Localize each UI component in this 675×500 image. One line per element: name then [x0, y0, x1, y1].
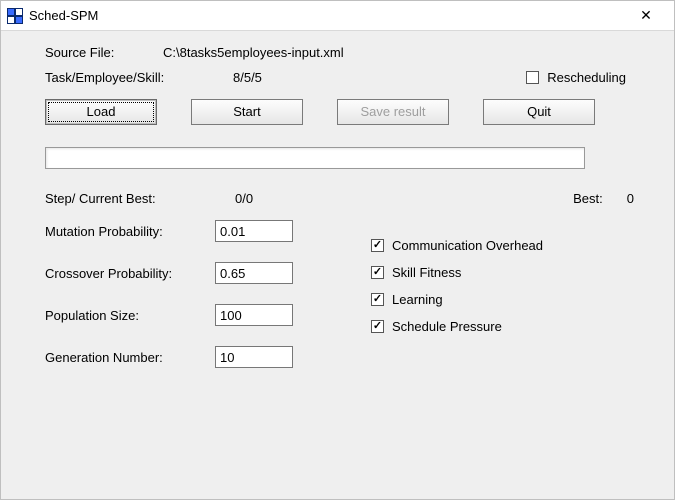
- learning-label: Learning: [392, 292, 443, 307]
- step-value: 0/0: [235, 191, 345, 206]
- generation-label: Generation Number:: [45, 350, 215, 365]
- close-button[interactable]: ✕: [626, 7, 666, 24]
- mutation-label: Mutation Probability:: [45, 224, 215, 239]
- step-label: Step/ Current Best:: [45, 191, 235, 206]
- quit-button[interactable]: Quit: [483, 99, 595, 125]
- titlebar: Sched-SPM ✕: [1, 1, 674, 31]
- app-icon: [7, 8, 23, 24]
- source-file-value: C:\8tasks5employees-input.xml: [163, 45, 344, 60]
- comm-overhead-checkbox[interactable]: [371, 239, 384, 252]
- skill-fitness-label: Skill Fitness: [392, 265, 461, 280]
- params-area: Mutation Probability: Crossover Probabil…: [45, 220, 654, 368]
- save-result-button: Save result: [337, 99, 449, 125]
- schedule-pressure-checkbox[interactable]: [371, 320, 384, 333]
- client-area: Source File: C:\8tasks5employees-input.x…: [1, 31, 674, 499]
- schedule-pressure-option[interactable]: Schedule Pressure: [371, 319, 543, 334]
- schedule-pressure-label: Schedule Pressure: [392, 319, 502, 334]
- start-button[interactable]: Start: [191, 99, 303, 125]
- window-title: Sched-SPM: [29, 8, 98, 23]
- crossover-row: Crossover Probability:: [45, 262, 293, 284]
- options-column: Communication Overhead Skill Fitness Lea…: [371, 238, 543, 368]
- crossover-label: Crossover Probability:: [45, 266, 215, 281]
- generation-row: Generation Number:: [45, 346, 293, 368]
- step-row: Step/ Current Best: 0/0 Best: 0: [45, 191, 654, 206]
- learning-checkbox[interactable]: [371, 293, 384, 306]
- population-label: Population Size:: [45, 308, 215, 323]
- button-row: Load Start Save result Quit: [45, 99, 654, 125]
- skill-fitness-checkbox[interactable]: [371, 266, 384, 279]
- best-value: 0: [627, 191, 634, 206]
- mutation-input[interactable]: [215, 220, 293, 242]
- source-file-label: Source File:: [45, 45, 163, 60]
- rescheduling-option[interactable]: Rescheduling: [526, 70, 626, 85]
- mutation-row: Mutation Probability:: [45, 220, 293, 242]
- population-input[interactable]: [215, 304, 293, 326]
- source-file-row: Source File: C:\8tasks5employees-input.x…: [45, 45, 654, 60]
- progress-bar: [45, 147, 585, 169]
- rescheduling-checkbox[interactable]: [526, 71, 539, 84]
- load-button[interactable]: Load: [45, 99, 157, 125]
- params-left: Mutation Probability: Crossover Probabil…: [45, 220, 293, 368]
- rescheduling-label: Rescheduling: [547, 70, 626, 85]
- task-employee-skill-row: Task/Employee/Skill: 8/5/5 Rescheduling: [45, 70, 654, 85]
- generation-input[interactable]: [215, 346, 293, 368]
- best-label: Best:: [573, 191, 603, 206]
- population-row: Population Size:: [45, 304, 293, 326]
- comm-overhead-option[interactable]: Communication Overhead: [371, 238, 543, 253]
- crossover-input[interactable]: [215, 262, 293, 284]
- skill-fitness-option[interactable]: Skill Fitness: [371, 265, 543, 280]
- tes-value: 8/5/5: [233, 70, 373, 85]
- learning-option[interactable]: Learning: [371, 292, 543, 307]
- comm-overhead-label: Communication Overhead: [392, 238, 543, 253]
- tes-label: Task/Employee/Skill:: [45, 70, 233, 85]
- app-window: Sched-SPM ✕ Source File: C:\8tasks5emplo…: [0, 0, 675, 500]
